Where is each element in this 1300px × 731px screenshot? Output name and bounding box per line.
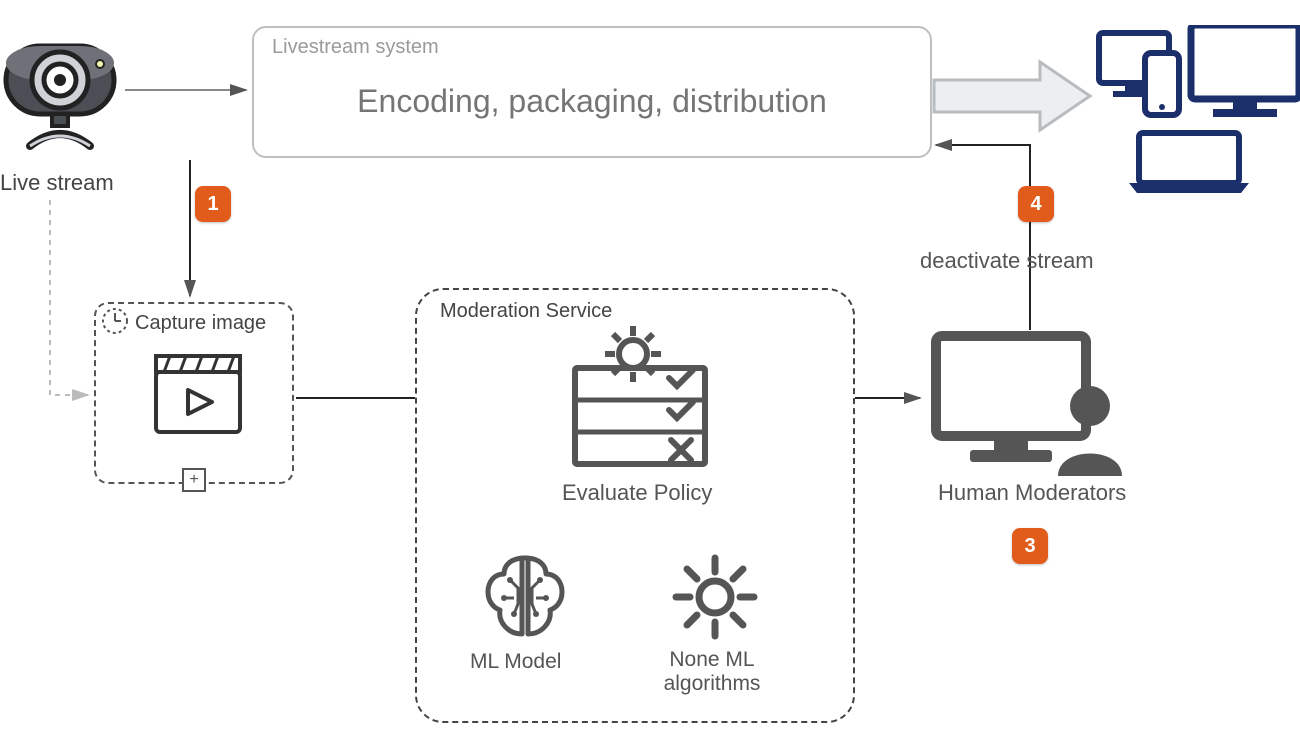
livestream-box-subtitle: Encoding, packaging, distribution bbox=[254, 83, 930, 120]
non-ml-label: None ML algorithms bbox=[642, 648, 782, 696]
ml-model-label: ML Model bbox=[470, 650, 561, 674]
webcam-icon bbox=[0, 18, 120, 158]
devices-icon bbox=[1095, 25, 1300, 195]
checklist-gear-icon bbox=[565, 320, 715, 470]
livestream-box-title: Livestream system bbox=[272, 36, 439, 59]
gear-icon bbox=[670, 552, 760, 642]
human-moderators-label: Human Moderators bbox=[938, 480, 1126, 506]
deactivate-stream-label: deactivate stream bbox=[920, 248, 1094, 274]
big-arrow-icon bbox=[930, 56, 1100, 136]
plus-icon: + bbox=[182, 468, 206, 492]
video-clip-icon bbox=[150, 350, 246, 440]
evaluate-policy-label: Evaluate Policy bbox=[562, 480, 712, 506]
diagram-canvas: Live stream Livestream system Encoding, … bbox=[0, 0, 1300, 731]
capture-image-title: Capture image bbox=[135, 312, 266, 335]
human-monitor-icon bbox=[930, 330, 1130, 480]
step-badge-3: 3 bbox=[1012, 528, 1048, 564]
step-badge-1: 1 bbox=[195, 186, 231, 222]
live-stream-label: Live stream bbox=[0, 170, 114, 196]
ml-brain-icon bbox=[480, 552, 570, 642]
step-badge-4: 4 bbox=[1018, 186, 1054, 222]
clock-icon bbox=[100, 306, 130, 336]
livestream-system-box: Livestream system Encoding, packaging, d… bbox=[252, 26, 932, 158]
